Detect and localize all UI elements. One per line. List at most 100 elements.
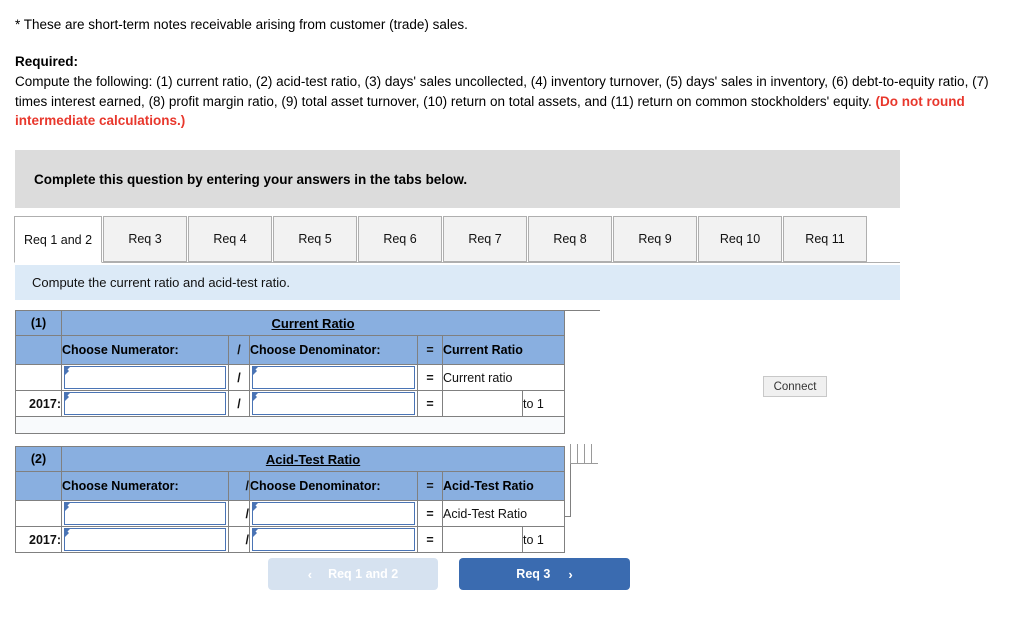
tab-label: Req 1 and 2 [23, 232, 93, 247]
result-suffix-cell: to 1 [521, 526, 566, 553]
numerator-input[interactable] [64, 528, 226, 551]
connect-label: Connect [773, 380, 817, 393]
numerator-input-cell[interactable] [61, 526, 229, 553]
operator-cell: / [228, 526, 250, 553]
prev-req-button[interactable]: ‹ Req 1 and 2 [268, 558, 438, 590]
result-value-cell[interactable] [442, 390, 523, 417]
operator-header: / [228, 335, 250, 365]
result-label-cell: Acid-Test Ratio [441, 500, 566, 527]
resize-stripes-artifact [570, 444, 598, 464]
question-banner: Complete this question by entering your … [15, 150, 900, 208]
table-row: Choose Numerator: / Choose Denominator: … [15, 335, 566, 365]
operator-cell: / [228, 500, 250, 527]
numerator-input[interactable] [64, 366, 226, 389]
required-body-text: Compute the following: (1) current ratio… [15, 74, 989, 109]
tab-req-8[interactable]: Req 8 [528, 216, 612, 262]
table-edge-line [570, 464, 571, 516]
acid-test-title: Acid-Test Ratio [60, 446, 566, 472]
numerator-header: Choose Numerator: [61, 471, 229, 501]
current-ratio-index: (1) [15, 310, 62, 336]
numerator-header: Choose Numerator: [61, 335, 229, 365]
result-label-cell: Current ratio [441, 364, 566, 391]
tab-req-7[interactable]: Req 7 [443, 216, 527, 262]
row-label-cell [15, 364, 62, 391]
next-req-label: Req 3 [516, 567, 551, 581]
denominator-input-cell[interactable] [249, 390, 418, 417]
year-label-cell: 2017: [15, 390, 62, 417]
table-edge-line [564, 310, 600, 311]
page-root: * These are short-term notes receivable … [0, 0, 1024, 620]
tab-label: Req 3 [128, 232, 162, 246]
equals-header: = [417, 471, 443, 501]
denominator-input-cell[interactable] [249, 364, 418, 391]
denominator-input[interactable] [252, 502, 415, 525]
tab-label: Req 11 [805, 232, 845, 246]
denominator-header: Choose Denominator: [249, 471, 418, 501]
result-header: Current Ratio [441, 335, 566, 365]
equals-cell: = [417, 526, 443, 553]
tab-label: Req 10 [719, 232, 761, 246]
acid-test-index: (2) [15, 446, 62, 472]
tab-req-4[interactable]: Req 4 [188, 216, 272, 262]
equals-cell: = [417, 500, 443, 527]
denominator-input[interactable] [252, 366, 415, 389]
result-value-cell[interactable] [442, 526, 523, 553]
tab-label: Req 6 [383, 232, 417, 246]
tab-label: Req 9 [638, 232, 672, 246]
tab-req-3[interactable]: Req 3 [103, 216, 187, 262]
equals-header: = [417, 335, 443, 365]
table-row: Choose Numerator: / Choose Denominator: … [15, 471, 566, 501]
chevron-right-icon: › [568, 566, 573, 582]
chevron-left-icon: ‹ [307, 566, 313, 582]
denominator-input[interactable] [252, 528, 415, 551]
operator-cell: / [228, 364, 250, 391]
year-label-cell: 2017: [15, 526, 62, 553]
result-suffix-cell: to 1 [521, 390, 566, 417]
tab-req-1-and-2[interactable]: Req 1 and 2 [14, 216, 102, 263]
table-row: 2017: / = to 1 [15, 526, 566, 553]
tab-label: Req 7 [468, 232, 502, 246]
table-row: (2) Acid-Test Ratio [15, 446, 566, 472]
table-row: (1) Current Ratio [15, 310, 566, 336]
operator-header: / [228, 471, 250, 501]
empty-header-cell [15, 471, 62, 501]
tab-label: Req 4 [213, 232, 247, 246]
empty-header-cell [15, 335, 62, 365]
question-banner-text: Complete this question by entering your … [34, 171, 468, 187]
tab-req-5[interactable]: Req 5 [273, 216, 357, 262]
tab-label: Req 8 [553, 232, 587, 246]
tab-req-11[interactable]: Req 11 [783, 216, 867, 262]
table-spacer-row [14, 416, 566, 434]
equals-cell: = [417, 364, 443, 391]
table-row: 2017: / = to 1 [15, 390, 566, 417]
numerator-input[interactable] [64, 392, 226, 415]
required-heading: Required: [15, 54, 79, 69]
connect-badge: Connect [763, 376, 827, 397]
operator-cell: / [228, 390, 250, 417]
numerator-input-cell[interactable] [61, 364, 229, 391]
row-label-cell [15, 500, 62, 527]
tab-req-9[interactable]: Req 9 [613, 216, 697, 262]
acid-test-ratio-table: (2) Acid-Test Ratio Choose Numerator: / … [15, 446, 566, 553]
numerator-input[interactable] [64, 502, 226, 525]
numerator-input-cell[interactable] [61, 500, 229, 527]
denominator-input-cell[interactable] [249, 526, 418, 553]
table-edge-line [564, 516, 571, 517]
sub-instruction-text: Compute the current ratio and acid-test … [32, 275, 290, 290]
numerator-input-cell[interactable] [61, 390, 229, 417]
prev-req-label: Req 1 and 2 [328, 567, 399, 581]
req-tabstrip: Req 1 and 2 Req 3 Req 4 Req 5 Req 6 Req … [14, 216, 900, 264]
denominator-input[interactable] [252, 392, 415, 415]
current-ratio-title: Current Ratio [60, 310, 566, 336]
required-body: Compute the following: (1) current ratio… [15, 72, 1005, 131]
footnote-text: * These are short-term notes receivable … [15, 17, 468, 32]
tab-req-6[interactable]: Req 6 [358, 216, 442, 262]
spacer-cell [14, 416, 566, 434]
table-row: / = Current ratio [15, 364, 566, 391]
tab-label: Req 5 [298, 232, 332, 246]
tab-req-10[interactable]: Req 10 [698, 216, 782, 262]
result-header: Acid-Test Ratio [441, 471, 566, 501]
next-req-button[interactable]: Req 3 › [459, 558, 630, 590]
denominator-input-cell[interactable] [249, 500, 418, 527]
denominator-header: Choose Denominator: [249, 335, 418, 365]
